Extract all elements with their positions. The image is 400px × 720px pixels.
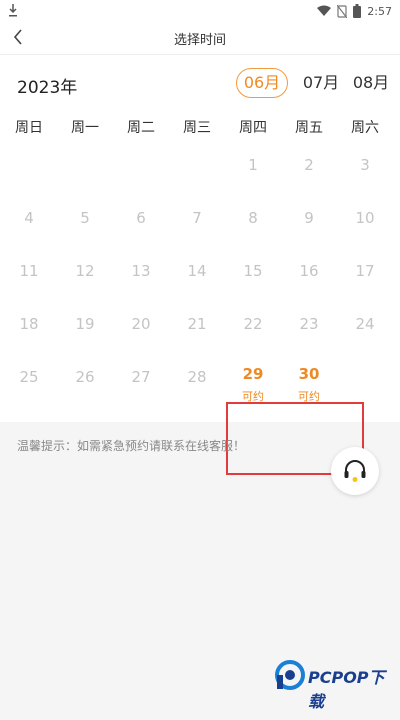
- header: 选择时间: [0, 22, 400, 55]
- watermark-text: PCPOP下载: [308, 668, 385, 711]
- day-cell: 4: [1, 209, 57, 227]
- day-number: 2: [304, 156, 314, 174]
- day-cell: 12: [57, 262, 113, 280]
- day-cell: 25: [1, 368, 57, 386]
- day-number: 1: [248, 156, 258, 174]
- day-cell: 24: [337, 315, 393, 333]
- pcpop-logo-icon: [275, 660, 305, 690]
- download-icon: [9, 4, 17, 17]
- weekday-label: 周日: [15, 120, 43, 136]
- day-number: 22: [243, 315, 263, 333]
- day-number: 4: [24, 209, 34, 227]
- day-number: 21: [187, 315, 207, 333]
- day-number: 5: [80, 209, 90, 227]
- day-cell: 15: [225, 262, 281, 280]
- customer-service-button[interactable]: [331, 447, 379, 495]
- tip-text: 温馨提示：如需紧急预约请联系在线客服！: [17, 439, 246, 453]
- day-cell: 13: [113, 262, 169, 280]
- day-cell: 26: [57, 368, 113, 386]
- wifi-icon: [317, 5, 332, 16]
- day-number: 10: [355, 209, 375, 227]
- day-cell: 10: [337, 209, 393, 227]
- day-number: 25: [19, 368, 39, 386]
- day-number: 20: [131, 315, 151, 333]
- day-number: 26: [75, 368, 95, 386]
- day-cell-available[interactable]: 30 可约: [281, 365, 337, 404]
- page-title: 选择时间: [173, 33, 226, 48]
- month-tab-07[interactable]: 07月: [298, 68, 344, 98]
- day-number: 8: [248, 209, 258, 227]
- day-cell: 3: [337, 156, 393, 174]
- day-cell: 8: [225, 209, 281, 227]
- day-cell-available[interactable]: 29 可约: [225, 365, 281, 404]
- day-cell: 18: [1, 315, 57, 333]
- day-cell: 7: [169, 209, 225, 227]
- day-number: 6: [136, 209, 146, 227]
- day-number: 17: [355, 262, 375, 280]
- day-number: 3: [360, 156, 370, 174]
- day-cell: 2: [281, 156, 337, 174]
- day-number: 23: [299, 315, 319, 333]
- day-number: 30: [298, 365, 320, 383]
- month-tab-06[interactable]: 06月: [236, 68, 288, 98]
- weekday-label: 周四: [239, 120, 267, 136]
- day-cell: 9: [281, 209, 337, 227]
- weekday-label: 周一: [71, 120, 99, 136]
- day-cell: 21: [169, 315, 225, 333]
- day-cell: 1: [225, 156, 281, 174]
- day-number: 27: [131, 368, 151, 386]
- day-cell: 6: [113, 209, 169, 227]
- headset-icon: [344, 460, 366, 482]
- day-number: 24: [355, 315, 375, 333]
- day-cell: 19: [57, 315, 113, 333]
- day-number: 18: [19, 315, 39, 333]
- day-number: 29: [242, 365, 264, 383]
- status-time: 2:57: [367, 4, 392, 18]
- watermark: PCPOP下载: [275, 650, 400, 720]
- day-number: 7: [192, 209, 202, 227]
- day-cell: 11: [1, 262, 57, 280]
- status-bar: 2:57: [0, 0, 400, 22]
- day-cell: 23: [281, 315, 337, 333]
- day-number: 16: [299, 262, 319, 280]
- battery-icon: [353, 4, 362, 18]
- day-cell: 17: [337, 262, 393, 280]
- weekday-label: 周三: [183, 120, 211, 136]
- day-cell: 22: [225, 315, 281, 333]
- calendar: 2023年 06月 07月 08月 周日 周一 周二 周三 周四 周五 周六 1234567…: [0, 55, 400, 475]
- day-number: 15: [243, 262, 263, 280]
- month-tab-08[interactable]: 08月: [348, 68, 394, 98]
- day-cell: 28: [169, 368, 225, 386]
- day-number: 14: [187, 262, 207, 280]
- day-number: 28: [187, 368, 207, 386]
- no-sim-icon: [337, 4, 348, 18]
- day-number: 9: [304, 209, 314, 227]
- weekday-label: 周五: [295, 120, 323, 136]
- day-cell: 27: [113, 368, 169, 386]
- day-cell: 16: [281, 262, 337, 280]
- day-number: 13: [131, 262, 151, 280]
- weekday-label: 周二: [127, 120, 155, 136]
- day-number: 11: [19, 262, 39, 280]
- weekday-label: 周六: [351, 120, 379, 136]
- day-cell: 5: [57, 209, 113, 227]
- day-number: 12: [75, 262, 95, 280]
- year-label: 2023年: [17, 78, 78, 98]
- day-cell: 14: [169, 262, 225, 280]
- day-number: 19: [75, 315, 95, 333]
- day-cell: 20: [113, 315, 169, 333]
